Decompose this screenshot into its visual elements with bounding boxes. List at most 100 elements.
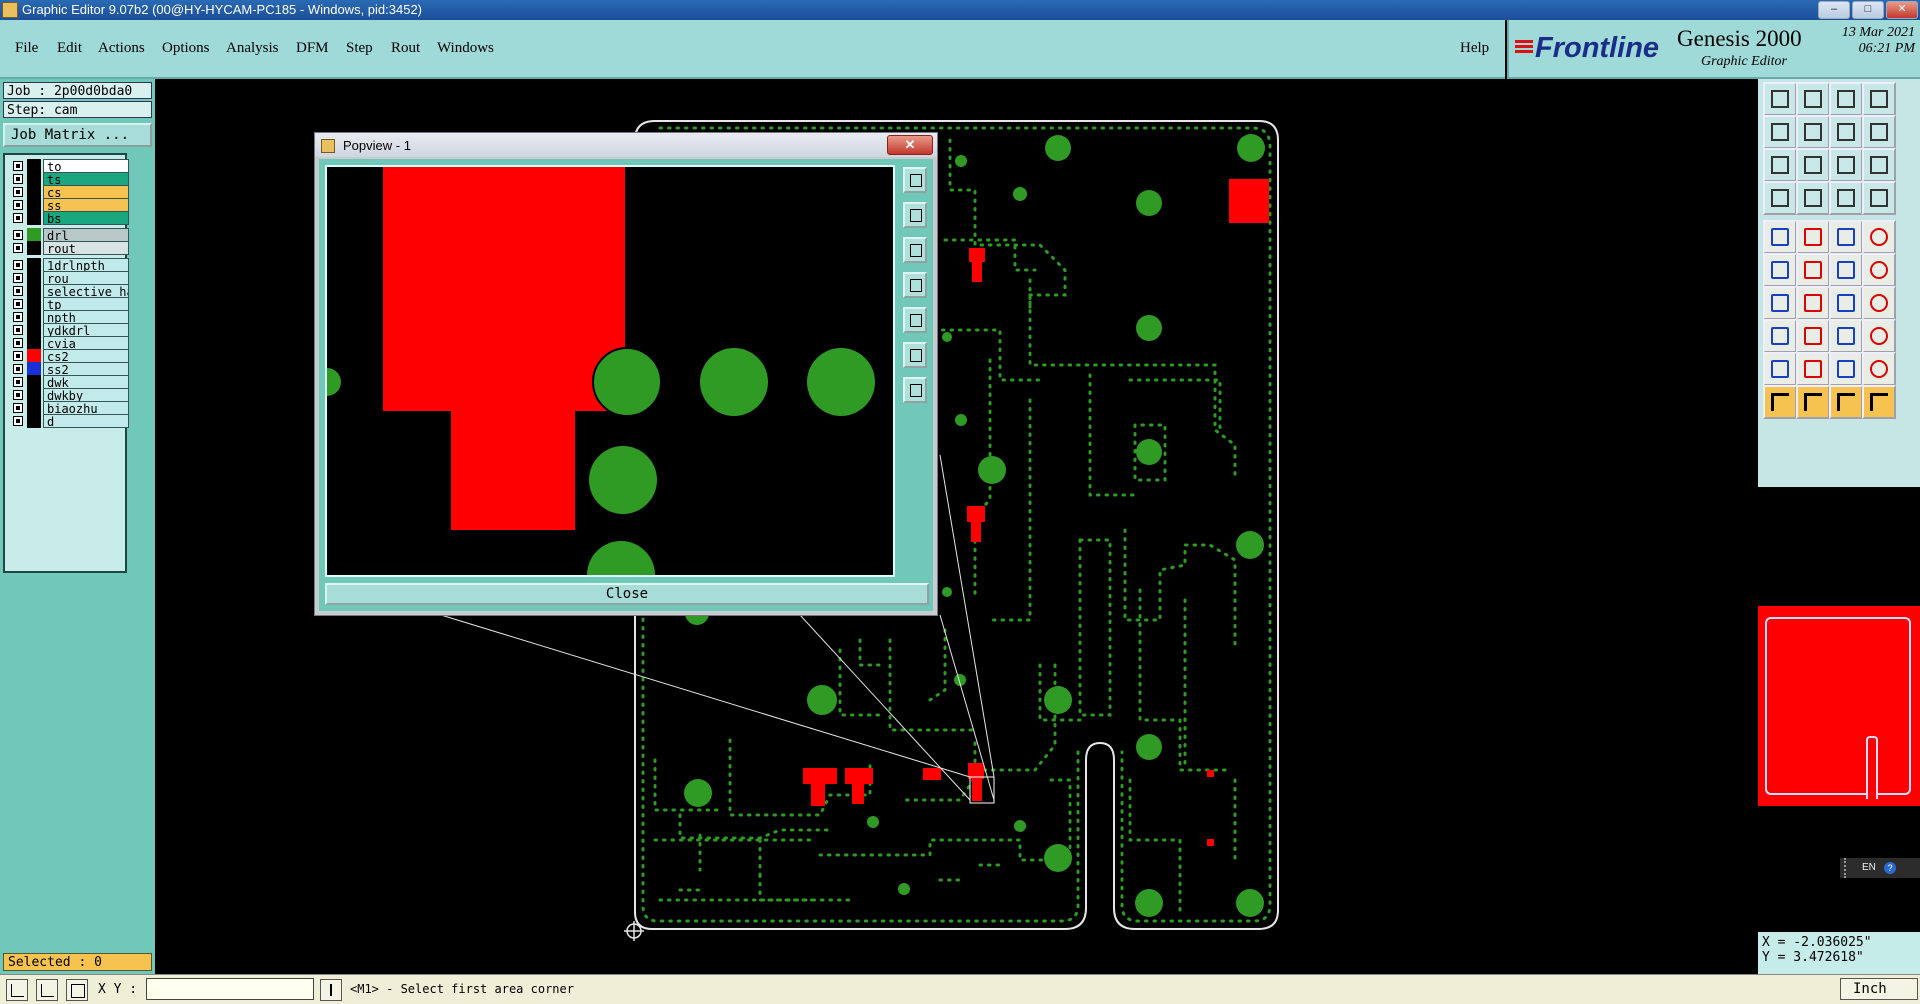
layer-row-cs[interactable]: cs (7, 185, 129, 199)
menu-actions[interactable]: Actions (98, 40, 145, 57)
layer-row-rou[interactable]: rou (7, 271, 129, 285)
layer-checkbox[interactable] (13, 377, 23, 387)
layer-name[interactable]: 1drlnpth (43, 258, 129, 272)
pop-zoom-out-button[interactable] (903, 342, 927, 368)
layer-checkbox[interactable] (13, 403, 23, 413)
layer-color-swatch[interactable] (27, 159, 41, 173)
layer-name[interactable]: cs (43, 185, 129, 199)
pop-pan-right-button[interactable] (903, 307, 927, 333)
ruler-button[interactable] (1829, 220, 1863, 254)
layer-checkbox[interactable] (13, 200, 23, 210)
layer-name[interactable]: rout (43, 241, 129, 255)
layer-color-swatch[interactable] (27, 401, 41, 415)
layer-row-npth[interactable]: npth (7, 310, 129, 324)
popview-close-button[interactable]: Close (325, 583, 929, 605)
menu-rout[interactable]: Rout (391, 40, 420, 57)
layer-name[interactable]: ss2 (43, 362, 129, 376)
layer-color-swatch[interactable] (27, 258, 41, 272)
layer-name[interactable]: dwkby (43, 388, 129, 402)
layer-row-cvia[interactable]: cvia (7, 336, 129, 350)
layer-name[interactable]: ts (43, 172, 129, 186)
layer-name[interactable]: dwk (43, 375, 129, 389)
layer-checkbox[interactable] (13, 273, 23, 283)
delete-node-button[interactable] (1796, 253, 1830, 287)
window-close-button[interactable]: ✕ (1886, 1, 1918, 19)
menu-options[interactable]: Options (162, 40, 210, 57)
layer-name[interactable]: biaozhu (43, 401, 129, 415)
menu-file[interactable]: File (15, 40, 38, 57)
scale-1-2-button[interactable] (1829, 148, 1863, 182)
layer-row-selective-ha[interactable]: selective_ha (7, 284, 129, 298)
pick-arrow-button[interactable] (1763, 385, 1797, 419)
snap-pad-button[interactable] (1829, 181, 1863, 215)
pick-polygon-button[interactable] (1829, 385, 1863, 419)
layer-checkbox[interactable] (13, 161, 23, 171)
center-button[interactable] (1796, 148, 1830, 182)
arc-edit-button[interactable] (1829, 286, 1863, 320)
layer-row-dwkby[interactable]: dwkby (7, 388, 129, 402)
add-arc-button[interactable] (1829, 253, 1863, 287)
menu-analysis[interactable]: Analysis (226, 40, 279, 57)
snap-center-button[interactable] (1862, 181, 1896, 215)
layer-row-ss2[interactable]: ss2 (7, 362, 129, 376)
layer-name[interactable]: d (43, 414, 129, 428)
mirror-button[interactable] (1862, 352, 1896, 386)
layer-color-swatch[interactable] (27, 336, 41, 350)
layer-checkbox[interactable] (13, 299, 23, 309)
copy-button[interactable] (1829, 115, 1863, 149)
command-mode-button[interactable] (320, 979, 342, 1001)
layer-row-cs2[interactable]: cs2 (7, 349, 129, 363)
layer-name[interactable]: cvia (43, 336, 129, 350)
round-pad-button[interactable] (1862, 220, 1896, 254)
layer-row-ydkdrl[interactable]: ydkdrl (7, 323, 129, 337)
layer-color-swatch[interactable] (27, 271, 41, 285)
select-pad-button[interactable] (1763, 319, 1797, 353)
layer-checkbox[interactable] (13, 364, 23, 374)
pop-pan-down-button[interactable] (903, 237, 927, 263)
layer-checkbox[interactable] (13, 325, 23, 335)
menu-dfm[interactable]: DFM (296, 40, 329, 57)
pick-net-button[interactable] (1862, 385, 1896, 419)
undo-button[interactable] (1862, 115, 1896, 149)
layer-color-swatch[interactable] (27, 349, 41, 363)
layer-name[interactable]: tp (43, 297, 129, 311)
parallel-button[interactable] (1862, 286, 1896, 320)
menu-windows[interactable]: Windows (437, 40, 494, 57)
layer-row-ss[interactable]: ss (7, 198, 129, 212)
save-layer-button[interactable] (1796, 82, 1830, 116)
layer-checkbox[interactable] (13, 230, 23, 240)
window-layout-button[interactable] (1862, 82, 1896, 116)
layer-color-swatch[interactable] (27, 211, 41, 225)
layer-color-swatch[interactable] (27, 228, 41, 242)
snap-grid2-button[interactable] (66, 979, 88, 1001)
layer-color-swatch[interactable] (27, 388, 41, 402)
move-right-button[interactable] (1796, 115, 1830, 149)
pop-zoom-button[interactable] (903, 167, 927, 193)
layer-name[interactable]: ss (43, 198, 129, 212)
grid-button[interactable] (1796, 181, 1830, 215)
layer-row-dwk[interactable]: dwk (7, 375, 129, 389)
pop-pan-left-button[interactable] (903, 272, 927, 298)
layer-color-swatch[interactable] (27, 310, 41, 324)
board-minimap[interactable] (1758, 606, 1920, 806)
layer-name[interactable]: rou (43, 271, 129, 285)
popview-zoom-view[interactable] (325, 165, 895, 577)
home-button[interactable] (1829, 82, 1863, 116)
layer-name[interactable]: bs (43, 211, 129, 225)
layer-color-swatch[interactable] (27, 362, 41, 376)
layer-color-swatch[interactable] (27, 297, 41, 311)
snap-grid-button[interactable] (6, 979, 28, 1001)
layer-row-ts[interactable]: ts (7, 172, 129, 186)
menu-edit[interactable]: Edit (57, 40, 82, 57)
layer-row-tp[interactable]: tp (7, 297, 129, 311)
layer-checkbox[interactable] (13, 338, 23, 348)
slot-button[interactable] (1862, 319, 1896, 353)
pop-zoom-in-button[interactable] (903, 377, 927, 403)
layer-name[interactable]: to (43, 159, 129, 173)
move-left-button[interactable] (1763, 115, 1797, 149)
layer-color-swatch[interactable] (27, 323, 41, 337)
layer-color-swatch[interactable] (27, 172, 41, 186)
rotate-button[interactable] (1829, 352, 1863, 386)
layer-color-swatch[interactable] (27, 185, 41, 199)
add-node-button[interactable] (1763, 253, 1797, 287)
